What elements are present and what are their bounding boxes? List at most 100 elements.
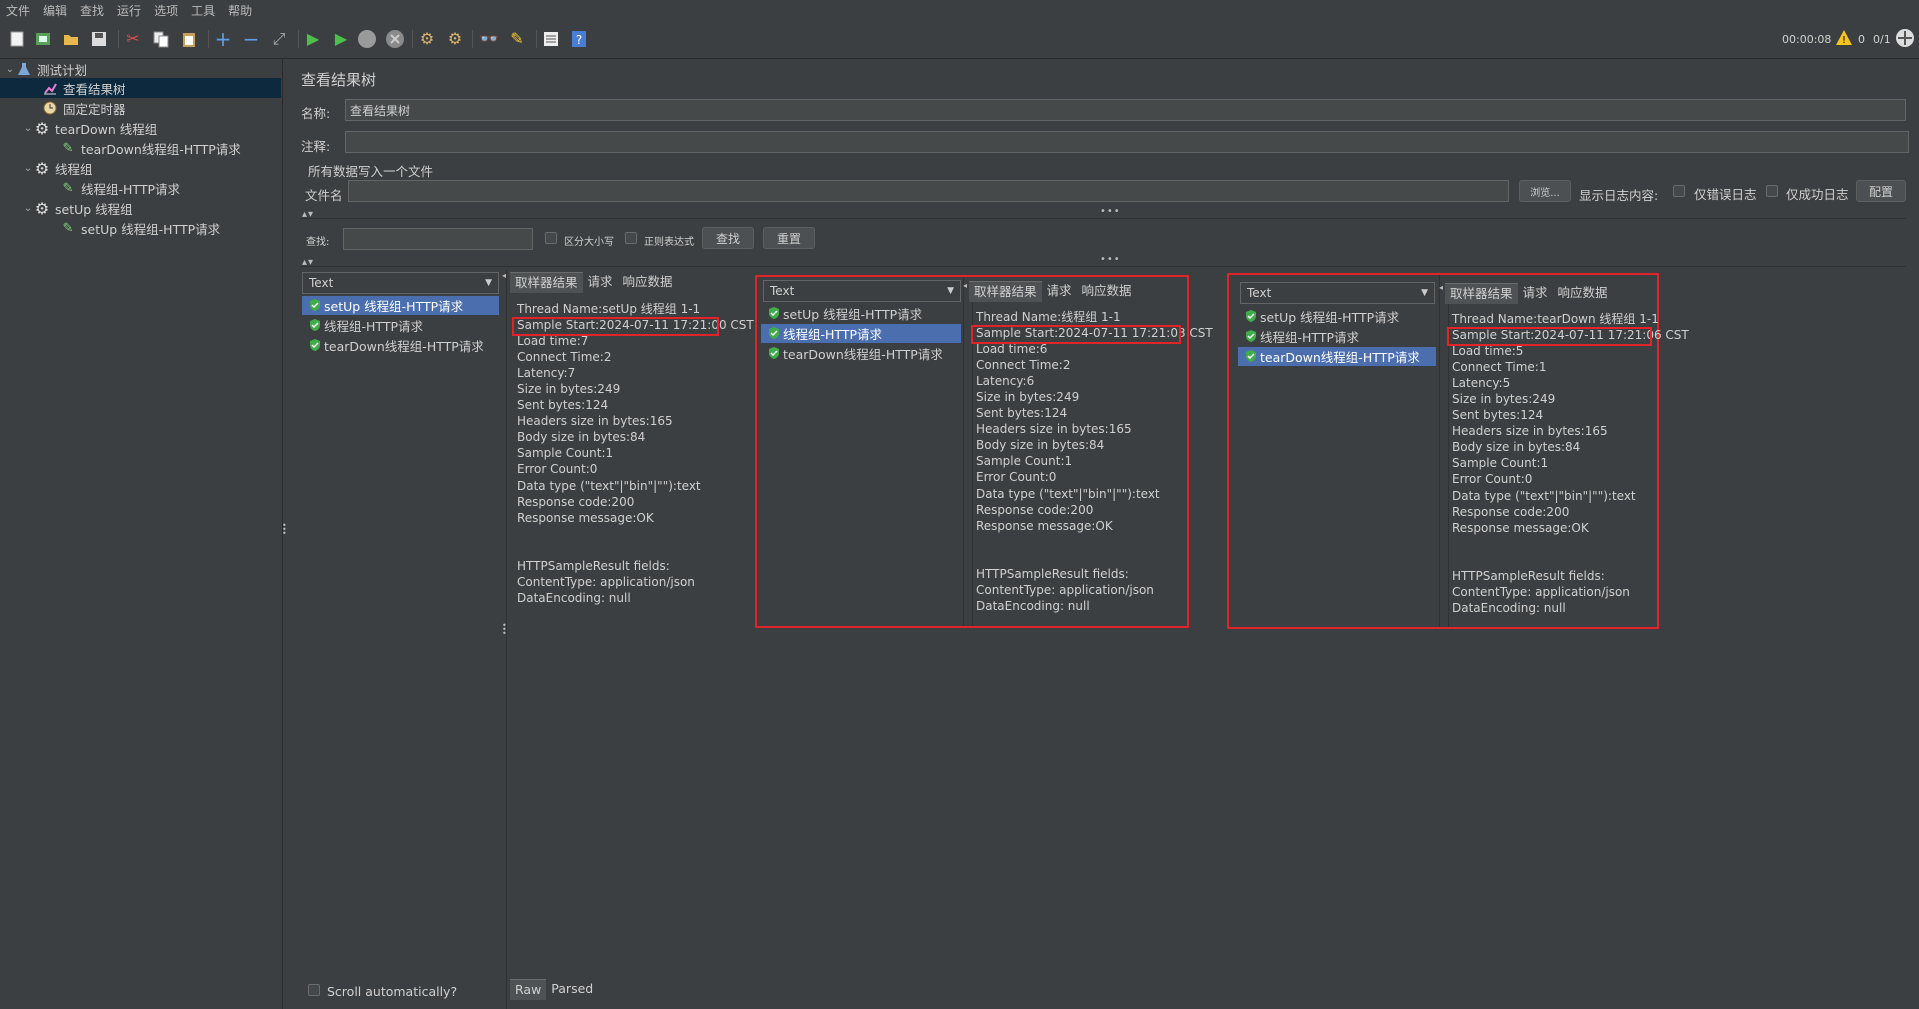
tree-item-setup-group[interactable]: ⌄ ⚙ setUp 线程组 — [22, 198, 133, 218]
start-no-pause-icon[interactable]: ▶ — [330, 28, 352, 50]
comparison-panel-teardown: Text ▼ setUp 线程组-HTTP请求 线程组-HTTP请求 tearD… — [1227, 273, 1689, 629]
menu-options[interactable]: 选项 — [148, 2, 185, 19]
sample-item[interactable]: 线程组-HTTP请求 — [302, 316, 499, 335]
menu-tools[interactable]: 工具 — [185, 2, 222, 19]
tab-sampler-result[interactable]: 取样器结果 — [1445, 282, 1518, 304]
reset-button[interactable]: 重置 — [763, 227, 815, 249]
menu-run[interactable]: 运行 — [111, 2, 148, 19]
menu-file[interactable]: 文件 — [0, 2, 37, 19]
function-helper-icon[interactable] — [540, 28, 562, 50]
detail-line: ContentType: application/json — [976, 582, 1154, 597]
detail-line: ContentType: application/json — [517, 574, 695, 589]
chevron-down-icon[interactable]: ⌄ — [22, 203, 34, 214]
menu-search[interactable]: 查找 — [74, 2, 111, 19]
scroll-auto-checkbox[interactable] — [308, 984, 320, 996]
sample-item[interactable]: setUp 线程组-HTTP请求 — [302, 296, 499, 315]
warning-icon[interactable]: ! — [1835, 29, 1853, 50]
filename-field[interactable] — [348, 180, 1509, 202]
detail-line: Error Count:0 — [976, 470, 1057, 485]
case-sensitive-checkbox[interactable] — [545, 232, 557, 244]
tab-response-data[interactable]: 响应数据 — [1077, 281, 1137, 301]
menu-help[interactable]: 帮助 — [222, 2, 259, 19]
tab-request[interactable]: 请求 — [1042, 281, 1077, 301]
errors-only-checkbox[interactable] — [1673, 185, 1685, 197]
shutdown-icon[interactable] — [384, 28, 406, 50]
templates-icon[interactable] — [32, 28, 54, 50]
browse-button[interactable]: 浏览... — [1519, 180, 1571, 202]
paste-icon[interactable] — [178, 28, 200, 50]
cut-icon[interactable]: ✂ — [122, 28, 144, 50]
search-label: 查找: — [306, 237, 330, 248]
search-icon[interactable]: 👓 — [478, 28, 500, 50]
tab-sampler-result[interactable]: 取样器结果 — [969, 280, 1042, 302]
clear-icon[interactable]: ⚙ — [416, 28, 438, 50]
detail-line: Data type ("text"|"bin"|""):text — [517, 478, 701, 493]
splitter-handle[interactable]: ••• — [1100, 254, 1121, 265]
splitter-handle[interactable]: ••• — [502, 622, 508, 638]
success-shield-icon — [1246, 350, 1256, 362]
result-tabs: 取样器结果 请求 响应数据 — [969, 280, 1137, 302]
tab-sampler-result[interactable]: 取样器结果 — [510, 271, 583, 293]
splitter-handle[interactable]: ••• — [282, 522, 288, 538]
success-only-checkbox[interactable] — [1766, 185, 1778, 197]
tab-request[interactable]: 请求 — [1518, 283, 1553, 303]
expand-icon[interactable]: + — [212, 28, 234, 50]
menu-edit[interactable]: 编辑 — [37, 2, 74, 19]
tree-item-results-tree[interactable]: 查看结果树 — [0, 78, 281, 98]
tree-item-constant-timer[interactable]: 固定定时器 — [42, 98, 126, 118]
sample-item[interactable]: 线程组-HTTP请求 — [761, 324, 961, 343]
sample-item[interactable]: tearDown线程组-HTTP请求 — [761, 344, 961, 363]
collapse-icon[interactable]: − — [240, 28, 262, 50]
sample-item[interactable]: tearDown线程组-HTTP请求 — [1238, 347, 1436, 366]
reset-search-icon[interactable]: ✎ — [506, 28, 528, 50]
open-icon[interactable] — [60, 28, 82, 50]
save-icon[interactable] — [88, 28, 110, 50]
help-icon[interactable]: ? — [568, 28, 590, 50]
search-input[interactable] — [343, 228, 533, 250]
chevron-down-icon[interactable]: ⌄ — [22, 163, 34, 174]
collapse-left-icon[interactable]: ◂ — [502, 271, 507, 280]
detail-line: Sent bytes:124 — [1452, 408, 1544, 423]
tab-request[interactable]: 请求 — [583, 272, 618, 292]
collapse-left-icon[interactable]: ◂ — [1439, 283, 1444, 292]
comment-field[interactable] — [345, 131, 1909, 153]
tab-response-data[interactable]: 响应数据 — [1553, 283, 1613, 303]
detail-line: Size in bytes:249 — [517, 382, 621, 397]
chevron-down-icon[interactable]: ⌄ — [22, 123, 34, 134]
tree-item-teardown-http[interactable]: ✎ tearDown线程组-HTTP请求 — [60, 138, 241, 158]
splitter-handle[interactable]: ••• — [1100, 206, 1121, 217]
configure-button[interactable]: 配置 — [1856, 180, 1906, 202]
toggle-icon[interactable]: ⤢ — [268, 28, 290, 50]
tab-response-data[interactable]: 响应数据 — [618, 272, 678, 292]
start-icon[interactable]: ▶ — [302, 28, 324, 50]
tab-parsed[interactable]: Parsed — [546, 979, 598, 999]
clear-all-icon[interactable]: ⚙ — [444, 28, 466, 50]
sample-item[interactable]: tearDown线程组-HTTP请求 — [302, 336, 499, 355]
detail-line: Data type ("text"|"bin"|""):text — [1452, 488, 1636, 503]
tree-item-teardown-group[interactable]: ⌄ ⚙ tearDown 线程组 — [22, 118, 158, 138]
chevron-down-icon[interactable]: ⌄ — [4, 64, 16, 75]
sample-item[interactable]: 线程组-HTTP请求 — [1238, 327, 1436, 346]
sample-item[interactable]: setUp 线程组-HTTP请求 — [1238, 307, 1436, 326]
new-icon[interactable] — [6, 28, 28, 50]
remote-icon[interactable] — [1895, 28, 1915, 51]
tree-item-thread-http[interactable]: ✎ 线程组-HTTP请求 — [60, 178, 180, 198]
collapse-left-icon[interactable]: ◂ — [963, 281, 968, 290]
regex-checkbox[interactable] — [625, 232, 637, 244]
renderer-select[interactable]: Text ▼ — [763, 280, 961, 302]
renderer-select[interactable]: Text ▼ — [302, 272, 499, 294]
renderer-select-value: Text — [770, 284, 795, 298]
warning-count: 0 — [1858, 33, 1865, 46]
tree-item-setup-http[interactable]: ✎ setUp 线程组-HTTP请求 — [60, 218, 221, 238]
copy-icon[interactable] — [150, 28, 172, 50]
chart-icon — [42, 80, 58, 96]
detail-line: Thread Name:线程组 1-1 — [976, 310, 1121, 324]
name-field[interactable]: 查看结果树 — [345, 99, 1906, 121]
find-button[interactable]: 查找 — [702, 227, 754, 249]
tab-raw[interactable]: Raw — [510, 978, 547, 1000]
tree-item-test-plan[interactable]: ⌄ 测试计划 — [4, 59, 278, 79]
renderer-select[interactable]: Text ▼ — [1240, 282, 1435, 304]
tree-item-thread-group[interactable]: ⌄ ⚙ 线程组 — [22, 158, 93, 178]
stop-icon[interactable] — [356, 28, 378, 50]
sample-item[interactable]: setUp 线程组-HTTP请求 — [761, 304, 961, 323]
